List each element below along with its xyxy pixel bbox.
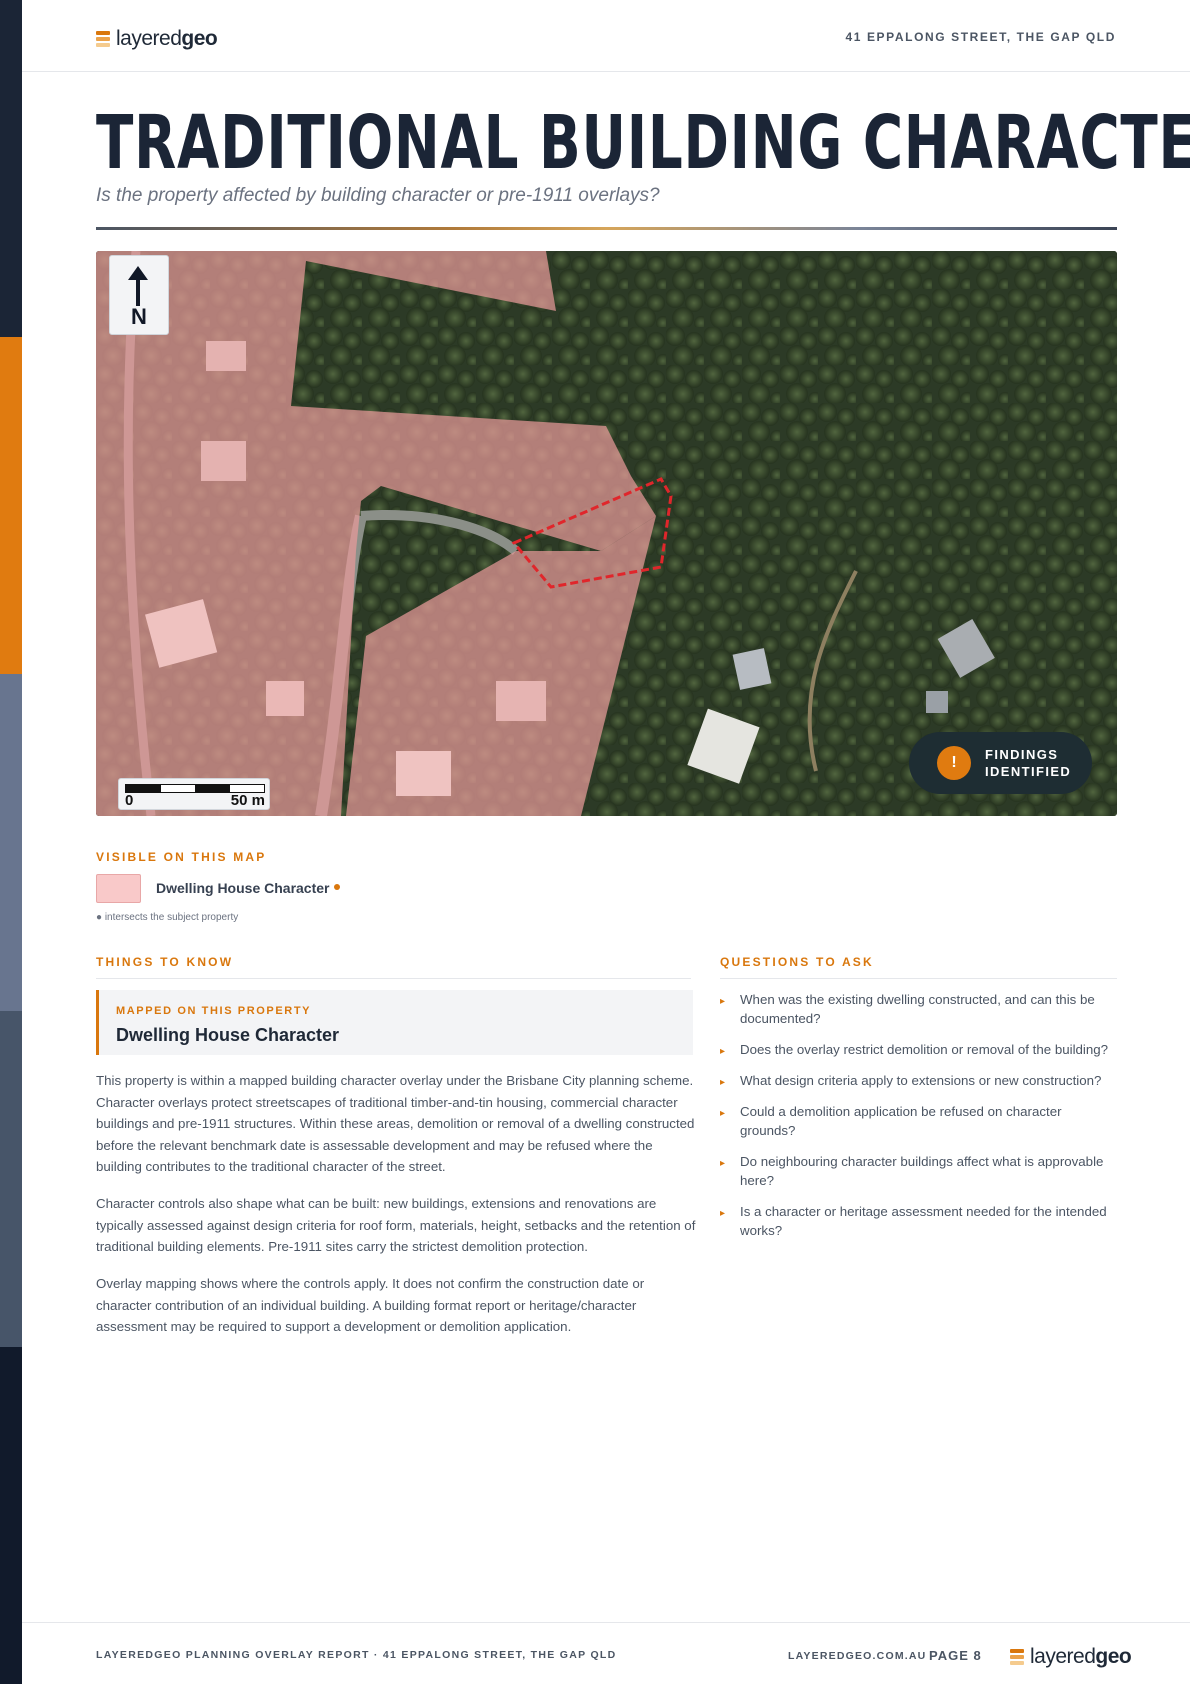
page-title: TRADITIONAL BUILDING CHARACTER — [96, 100, 1190, 186]
title-rule — [96, 227, 1117, 230]
paragraph-1: This property is within a mapped buildin… — [96, 1073, 695, 1175]
side-strip-steel — [0, 1011, 22, 1347]
bullet-arrow-icon: ▸ — [720, 1208, 726, 1219]
page-header: layeredgeo 41 EPPALONG STREET, THE GAP Q… — [22, 0, 1190, 72]
footer-page-number: PAGE 8 — [929, 1648, 982, 1663]
footer-logo: layeredgeo — [1010, 1645, 1132, 1669]
intersects-dot-icon — [334, 884, 340, 890]
findings-badge: ! FINDINGS IDENTIFIED — [909, 732, 1092, 794]
logo-text: layeredgeo — [116, 27, 218, 50]
findings-line-2: IDENTIFIED — [985, 764, 1072, 779]
side-strip-orange — [0, 337, 22, 674]
findings-line-1: FINDINGS — [985, 747, 1059, 762]
paragraph-2: Character controls also shape what can b… — [96, 1196, 696, 1255]
legend-item-label: Dwelling House Character — [156, 880, 330, 896]
question-text: Is a character or heritage assessment ne… — [740, 1204, 1107, 1238]
bullet-arrow-icon: ▸ — [720, 1077, 726, 1088]
header-address: 41 EPPALONG STREET, THE GAP QLD — [845, 30, 1116, 44]
alert-icon: ! — [937, 746, 971, 780]
side-strip-slate — [0, 674, 22, 1011]
questions-rule — [720, 978, 1117, 979]
question-text: Do neighbouring character buildings affe… — [740, 1154, 1104, 1188]
mapped-label: MAPPED ON THIS PROPERTY — [116, 1005, 312, 1017]
things-heading: THINGS TO KNOW — [96, 955, 234, 969]
question-item: ▸ What design criteria apply to extension… — [720, 1071, 1120, 1090]
question-text: Could a demolition application be refuse… — [740, 1104, 1062, 1138]
question-text: What design criteria apply to extensions… — [740, 1073, 1102, 1088]
logo-text: layeredgeo — [1030, 1645, 1132, 1668]
overlay-map[interactable]: N 0 50 m ! FINDINGS IDENTIFIED — [96, 251, 1117, 816]
findings-text: FINDINGS IDENTIFIED — [985, 746, 1071, 780]
legend-heading: VISIBLE ON THIS MAP — [96, 850, 267, 864]
paragraph-3: Overlay mapping shows where the controls… — [96, 1276, 645, 1335]
logo-mark-icon — [1010, 1649, 1024, 1665]
north-arrow-panel: N — [109, 255, 169, 335]
bullet-arrow-icon: ▸ — [720, 1158, 726, 1169]
mapped-callout: MAPPED ON THIS PROPERTY Dwelling House C… — [96, 990, 693, 1055]
side-strip-dark — [0, 1347, 22, 1684]
legend-note: ● intersects the subject property — [96, 912, 239, 923]
footer-report-title: LAYEREDGEO PLANNING OVERLAY REPORT · 41 … — [96, 1649, 617, 1661]
questions-list: ▸ When was the existing dwelling construc… — [720, 990, 1120, 1252]
things-rule — [96, 978, 691, 979]
header-logo: layeredgeo — [96, 27, 218, 51]
questions-heading: QUESTIONS TO ASK — [720, 955, 874, 969]
side-strip-navy — [0, 0, 22, 337]
mapped-title: Dwelling House Character — [116, 1025, 340, 1045]
north-arrow-icon — [128, 266, 148, 306]
question-text: When was the existing dwelling construct… — [740, 992, 1095, 1026]
logo-mark-icon — [96, 31, 110, 47]
legend-swatch — [96, 874, 141, 903]
question-text: Does the overlay restrict demolition or … — [740, 1042, 1109, 1057]
bullet-arrow-icon: ▸ — [720, 996, 726, 1007]
footer-website-link[interactable]: LAYEREDGEO.COM.AU — [788, 1650, 926, 1662]
question-item: ▸ Could a demolition application be refus… — [720, 1102, 1120, 1140]
north-label: N — [131, 304, 147, 329]
scale-bar: 0 50 m — [118, 778, 270, 810]
question-item: ▸ Do neighbouring character buildings aff… — [720, 1152, 1120, 1190]
scale-zero-label: 0 — [125, 792, 134, 809]
question-item: ▸ Is a character or heritage assessment n… — [720, 1202, 1120, 1240]
bullet-arrow-icon: ▸ — [720, 1108, 726, 1119]
question-item: ▸ When was the existing dwelling construc… — [720, 990, 1120, 1028]
question-item: ▸ Does the overlay restrict demolition or… — [720, 1040, 1120, 1059]
scale-max-label: 50 m — [230, 792, 265, 809]
page-subtitle: Is the property affected by building cha… — [96, 185, 660, 206]
page-footer: LAYEREDGEO PLANNING OVERLAY REPORT · 41 … — [22, 1622, 1190, 1685]
bullet-arrow-icon: ▸ — [720, 1046, 726, 1057]
